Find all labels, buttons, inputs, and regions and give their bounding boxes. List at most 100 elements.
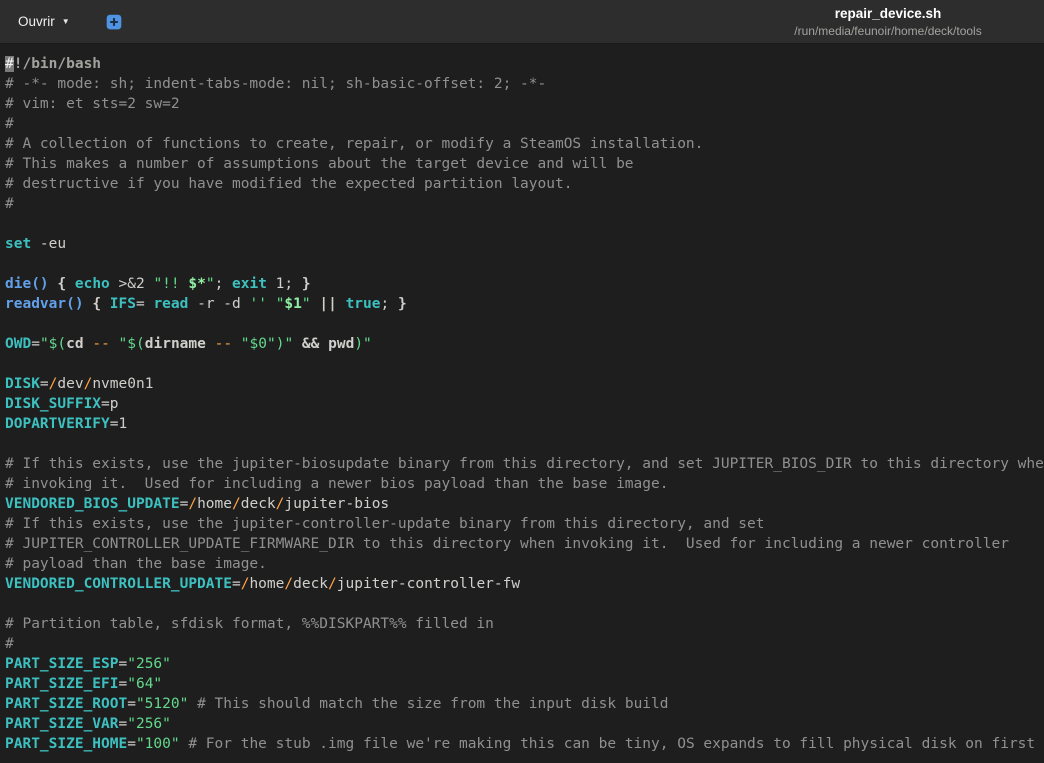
code-line[interactable] <box>5 214 1044 234</box>
code-token <box>337 296 346 312</box>
code-line[interactable]: DISK_SUFFIX=p <box>5 394 1044 414</box>
code-token: "5120" <box>136 696 188 712</box>
code-token: = <box>119 656 128 672</box>
document-title: repair_device.sh <box>794 6 981 21</box>
text-cursor: # <box>5 56 14 72</box>
code-token <box>206 336 215 352</box>
code-token: " <box>206 276 215 292</box>
code-line[interactable]: readvar() { IFS= read -r -d '' "$1" || t… <box>5 294 1044 314</box>
window-title-block: repair_device.sh /run/media/feunoir/home… <box>794 6 981 38</box>
code-token: = <box>119 716 128 732</box>
code-token: set <box>5 236 31 252</box>
code-token: "100" <box>136 736 180 752</box>
code-line[interactable]: VENDORED_BIOS_UPDATE=/home/deck/jupiter-… <box>5 494 1044 514</box>
code-line[interactable]: # A collection of functions to create, r… <box>5 134 1044 154</box>
code-line[interactable] <box>5 314 1044 334</box>
text-editor-window: Ouvrir ▼ repair_device.sh /run/media/feu… <box>0 0 1044 763</box>
open-button-label: Ouvrir <box>18 14 55 29</box>
code-line[interactable]: # <box>5 114 1044 134</box>
code-token: ; <box>380 296 397 312</box>
open-button[interactable]: Ouvrir ▼ <box>10 9 78 34</box>
code-token: DOPARTVERIFY <box>5 416 110 432</box>
code-token: =p <box>101 396 118 412</box>
code-token: = <box>31 336 40 352</box>
code-line[interactable]: # invoking it. Used for including a newe… <box>5 474 1044 494</box>
code-line[interactable]: PART_SIZE_EFI="64" <box>5 674 1044 694</box>
code-token: # -*- mode: sh; indent-tabs-mode: nil; s… <box>5 76 546 92</box>
code-token: $* <box>188 276 205 292</box>
code-line[interactable] <box>5 254 1044 274</box>
code-line[interactable] <box>5 434 1044 454</box>
code-line[interactable]: # -*- mode: sh; indent-tabs-mode: nil; s… <box>5 74 1044 94</box>
code-token: cd <box>66 336 83 352</box>
code-token: # <box>5 636 14 652</box>
code-token: ; <box>215 276 232 292</box>
code-line[interactable] <box>5 354 1044 374</box>
code-token: VENDORED_BIOS_UPDATE <box>5 496 180 512</box>
code-token: # Partition table, sfdisk format, %%DISK… <box>5 616 494 632</box>
code-token: "$( <box>40 336 66 352</box>
code-token: readvar() <box>5 296 84 312</box>
code-line[interactable]: # <box>5 194 1044 214</box>
code-line[interactable] <box>5 594 1044 614</box>
code-token <box>66 276 75 292</box>
code-line[interactable]: PART_SIZE_HOME="100" # For the stub .img… <box>5 734 1044 754</box>
code-token: jupiter-bios <box>284 496 389 512</box>
code-line[interactable]: # If this exists, use the jupiter-biosup… <box>5 454 1044 474</box>
code-line[interactable]: # Partition table, sfdisk format, %%DISK… <box>5 614 1044 634</box>
code-token: VENDORED_CONTROLLER_UPDATE <box>5 576 232 592</box>
code-token <box>84 296 93 312</box>
code-line[interactable]: OWD="$(cd -- "$(dirname -- "$0")" && pwd… <box>5 334 1044 354</box>
code-token: # payload than the base image. <box>5 556 267 572</box>
code-token: || <box>319 296 336 312</box>
code-line[interactable]: PART_SIZE_ESP="256" <box>5 654 1044 674</box>
code-token: / <box>284 576 293 592</box>
code-token: # For the stub .img file we're making th… <box>188 736 1044 752</box>
document-path: /run/media/feunoir/home/deck/tools <box>794 24 981 38</box>
code-token: -- <box>92 336 109 352</box>
code-token: / <box>232 496 241 512</box>
code-token: { <box>57 276 66 292</box>
code-token: home <box>249 576 284 592</box>
code-token: = <box>40 376 49 392</box>
code-line[interactable]: PART_SIZE_VAR="256" <box>5 714 1044 734</box>
new-tab-button[interactable] <box>100 8 128 36</box>
code-line[interactable]: VENDORED_CONTROLLER_UPDATE=/home/deck/ju… <box>5 574 1044 594</box>
code-line[interactable]: set -eu <box>5 234 1044 254</box>
code-line[interactable]: # JUPITER_CONTROLLER_UPDATE_FIRMWARE_DIR… <box>5 534 1044 554</box>
code-line[interactable]: die() { echo >&2 "!! $*"; exit 1; } <box>5 274 1044 294</box>
code-line[interactable]: # destructive if you have modified the e… <box>5 174 1044 194</box>
code-token: = <box>136 296 153 312</box>
editor-area[interactable]: #!/bin/bash# -*- mode: sh; indent-tabs-m… <box>0 44 1044 763</box>
code-token: )" <box>354 336 371 352</box>
code-line[interactable]: # If this exists, use the jupiter-contro… <box>5 514 1044 534</box>
code-token: "$0")" <box>241 336 293 352</box>
code-line[interactable]: # <box>5 634 1044 654</box>
code-token: } <box>302 276 311 292</box>
code-line[interactable]: # vim: et sts=2 sw=2 <box>5 94 1044 114</box>
code-line[interactable]: PART_SIZE_ROOT="5120" # This should matc… <box>5 694 1044 714</box>
code-token: # <box>5 116 14 132</box>
code-token: && <box>302 336 319 352</box>
code-token: = <box>119 676 128 692</box>
code-line[interactable]: DISK=/dev/nvme0n1 <box>5 374 1044 394</box>
code-token: # This makes a number of assumptions abo… <box>5 156 634 172</box>
code-token: PART_SIZE_ESP <box>5 656 119 672</box>
code-token: # This should match the size from the in… <box>197 696 668 712</box>
code-token: !/bin/bash <box>14 56 101 72</box>
code-token: true <box>346 296 381 312</box>
code-token: = <box>232 576 241 592</box>
code-token: OWD <box>5 336 31 352</box>
code-line[interactable]: # This makes a number of assumptions abo… <box>5 154 1044 174</box>
code-token: =1 <box>110 416 127 432</box>
code-token: 1; <box>267 276 302 292</box>
code-token: -eu <box>31 236 66 252</box>
code-line[interactable]: #!/bin/bash <box>5 54 1044 74</box>
code-token: -r -d <box>188 296 249 312</box>
code-token: IFS <box>110 296 136 312</box>
code-token: -- <box>215 336 232 352</box>
code-line[interactable]: DOPARTVERIFY=1 <box>5 414 1044 434</box>
code-line[interactable]: # payload than the base image. <box>5 554 1044 574</box>
code-token: } <box>398 296 407 312</box>
code-token: # A collection of functions to create, r… <box>5 136 703 152</box>
